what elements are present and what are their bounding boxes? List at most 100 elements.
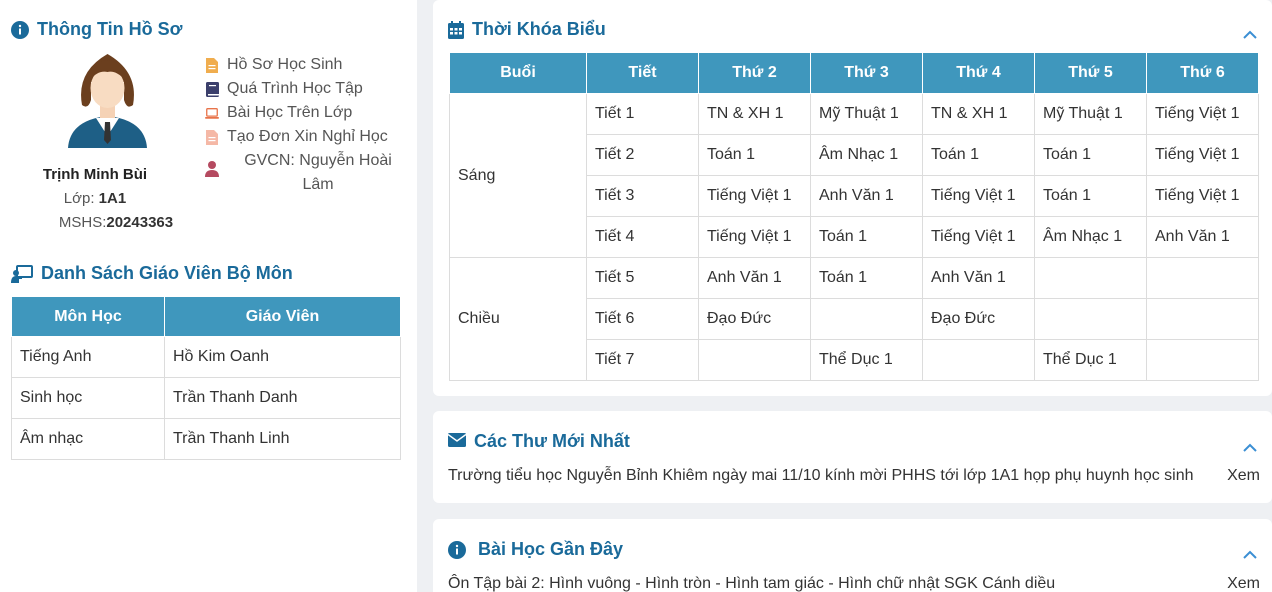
subject-cell: TN & XH 1 [922, 93, 1035, 135]
link-label: Tạo Đơn Xin Nghỉ Học [227, 128, 388, 145]
left-panel: Thông Tin Hồ Sơ Trịnh Minh Bùi Lớp: 1A1 … [0, 0, 417, 592]
teacher-board-icon [11, 264, 33, 283]
file-icon [205, 57, 219, 73]
subject-cell: Âm Nhạc 1 [810, 134, 923, 176]
teachers-section-title: Danh Sách Giáo Viên Bộ Môn [11, 263, 293, 284]
letters-card: Các Thư Mới Nhất Trường tiểu học Nguyễn … [433, 411, 1272, 503]
subject-cell: Toán 1 [1034, 175, 1147, 217]
period-cell: Tiết 4 [586, 216, 699, 258]
calendar-icon [448, 20, 464, 39]
table-header-row: Môn Học Giáo Viên [11, 296, 401, 337]
class-label: Lớp: [63, 190, 99, 207]
student-avatar [66, 50, 149, 148]
chevron-up-icon[interactable] [1243, 547, 1257, 559]
session-cell: Sáng [449, 93, 587, 258]
teacher-cell: Trần Thanh Danh [164, 377, 401, 419]
subject-cell: Toán 1 [1034, 134, 1147, 176]
lesson-text: Ôn Tập bài 2: Hình vuông - Hình tròn - H… [448, 575, 1056, 592]
letter-item: Trường tiểu học Nguyễn Bỉnh Khiêm ngày m… [448, 467, 1260, 485]
timetable-card: Thời Khóa Biểu Buổi Tiết Thứ 2 Thứ 3 Thứ… [433, 0, 1272, 396]
table-row: Sáng Tiết 1 TN & XH 1 Mỹ Thuật 1 TN & XH… [449, 93, 1259, 258]
subject-cell: Thể Dục 1 [810, 339, 923, 381]
table-header-row: Buổi Tiết Thứ 2 Thứ 3 Thứ 4 Thứ 5 Thứ 6 [449, 52, 1259, 94]
class-value: 1A1 [98, 190, 127, 207]
column-header: Thứ 4 [922, 52, 1035, 94]
subject-cell: Sinh học [11, 377, 165, 419]
teachers-table: Môn Học Giáo Viên Tiếng Anh Hồ Kim Oanh S… [11, 296, 401, 460]
subject-cell: Toán 1 [810, 257, 923, 299]
envelope-icon [448, 432, 466, 451]
student-mshs: MSHS:20243363 [0, 214, 232, 231]
subject-cell: TN & XH 1 [698, 93, 811, 135]
column-header: Thứ 3 [810, 52, 923, 94]
subject-cell [1146, 339, 1259, 381]
table-row: Sinh học Trần Thanh Danh [11, 377, 401, 419]
mshs-label: MSHS: [58, 214, 107, 231]
table-row: Chiều Tiết 5 Anh Văn 1 Toán 1 Anh Văn 1 [449, 257, 1259, 381]
column-header: Buổi [449, 52, 587, 94]
link-bai-hoc-tren-lop[interactable]: Bài Học Trên Lớp [205, 101, 388, 125]
student-name: Trịnh Minh Bùi [42, 166, 148, 183]
subject-cell [1146, 298, 1259, 340]
link-label: Quá Trình Học Tập [227, 80, 363, 97]
subject-cell: Tiếng Việt 1 [698, 175, 811, 217]
view-lesson-link[interactable]: Xem [1227, 575, 1260, 592]
profile-links: Hồ Sơ Học Sinh Quá Trình Học Tập Bài Học… [205, 53, 388, 149]
profile-title-text: Thông Tin Hồ Sơ [37, 19, 183, 39]
letters-section-title: Các Thư Mới Nhất [448, 431, 630, 452]
subject-cell: Mỹ Thuật 1 [1034, 93, 1147, 135]
subject-cell: Thể Dục 1 [1034, 339, 1147, 381]
lessons-title-text: Bài Học Gần Đây [478, 539, 624, 559]
teacher-cell: Hồ Kim Oanh [164, 336, 401, 378]
mshs-value: 20243363 [106, 214, 174, 231]
subject-cell: Tiếng Việt 1 [922, 175, 1035, 217]
table-row: Âm nhạc Trần Thanh Linh [11, 418, 401, 460]
link-label: Bài Học Trên Lớp [227, 104, 353, 121]
subject-cell [810, 298, 923, 340]
book-icon [205, 81, 219, 97]
period-cell: Tiết 1 [586, 93, 699, 135]
lesson-item: Ôn Tập bài 2: Hình vuông - Hình tròn - H… [448, 575, 1260, 592]
user-icon [205, 161, 221, 197]
period-cell: Tiết 2 [586, 134, 699, 176]
column-header: Thứ 2 [698, 52, 811, 94]
subject-cell: Anh Văn 1 [698, 257, 811, 299]
column-header: Thứ 6 [1146, 52, 1259, 94]
subject-cell: Tiếng Việt 1 [1146, 134, 1259, 176]
period-cell: Tiết 3 [586, 175, 699, 217]
link-ho-so-hoc-sinh[interactable]: Hồ Sơ Học Sinh [205, 53, 388, 77]
subject-cell: Âm Nhạc 1 [1034, 216, 1147, 258]
period-cell: Tiết 5 [586, 257, 699, 299]
chevron-up-icon[interactable] [1243, 27, 1257, 39]
subject-cell: Tiếng Anh [11, 336, 165, 378]
subject-cell [698, 339, 811, 381]
subject-cell: Tiếng Việt 1 [1146, 93, 1259, 135]
file-icon [205, 129, 219, 145]
view-letter-link[interactable]: Xem [1227, 467, 1260, 485]
period-cell: Tiết 7 [586, 339, 699, 381]
teachers-title-text: Danh Sách Giáo Viên Bộ Môn [41, 263, 293, 283]
subject-cell: Mỹ Thuật 1 [810, 93, 923, 135]
link-tao-don-xin-nghi-hoc[interactable]: Tạo Đơn Xin Nghỉ Học [205, 125, 388, 149]
timetable-section-title: Thời Khóa Biểu [448, 19, 606, 40]
profile-section-title: Thông Tin Hồ Sơ [11, 19, 182, 40]
subject-cell [1034, 257, 1147, 299]
gvcn-text: GVCN: Nguyễn Hoài Lâm [244, 152, 392, 193]
column-header: Tiết [586, 52, 699, 94]
subject-cell: Toán 1 [698, 134, 811, 176]
period-cell: Tiết 6 [586, 298, 699, 340]
subject-cell [1146, 257, 1259, 299]
subject-cell: Toán 1 [922, 134, 1035, 176]
subject-cell: Âm nhạc [11, 418, 165, 460]
column-header: Môn Học [11, 296, 165, 337]
letters-title-text: Các Thư Mới Nhất [474, 431, 630, 451]
subject-cell: Toán 1 [810, 216, 923, 258]
lessons-section-title: Bài Học Gần Đây [448, 539, 623, 560]
link-qua-trinh-hoc-tap[interactable]: Quá Trình Học Tập [205, 77, 388, 101]
subject-cell: Anh Văn 1 [922, 257, 1035, 299]
subject-cell: Tiếng Việt 1 [922, 216, 1035, 258]
info-circle-icon [448, 540, 466, 559]
chevron-up-icon[interactable] [1243, 440, 1257, 452]
homeroom-teacher: GVCN: Nguyễn Hoài Lâm [205, 149, 395, 197]
teacher-cell: Trần Thanh Linh [164, 418, 401, 460]
